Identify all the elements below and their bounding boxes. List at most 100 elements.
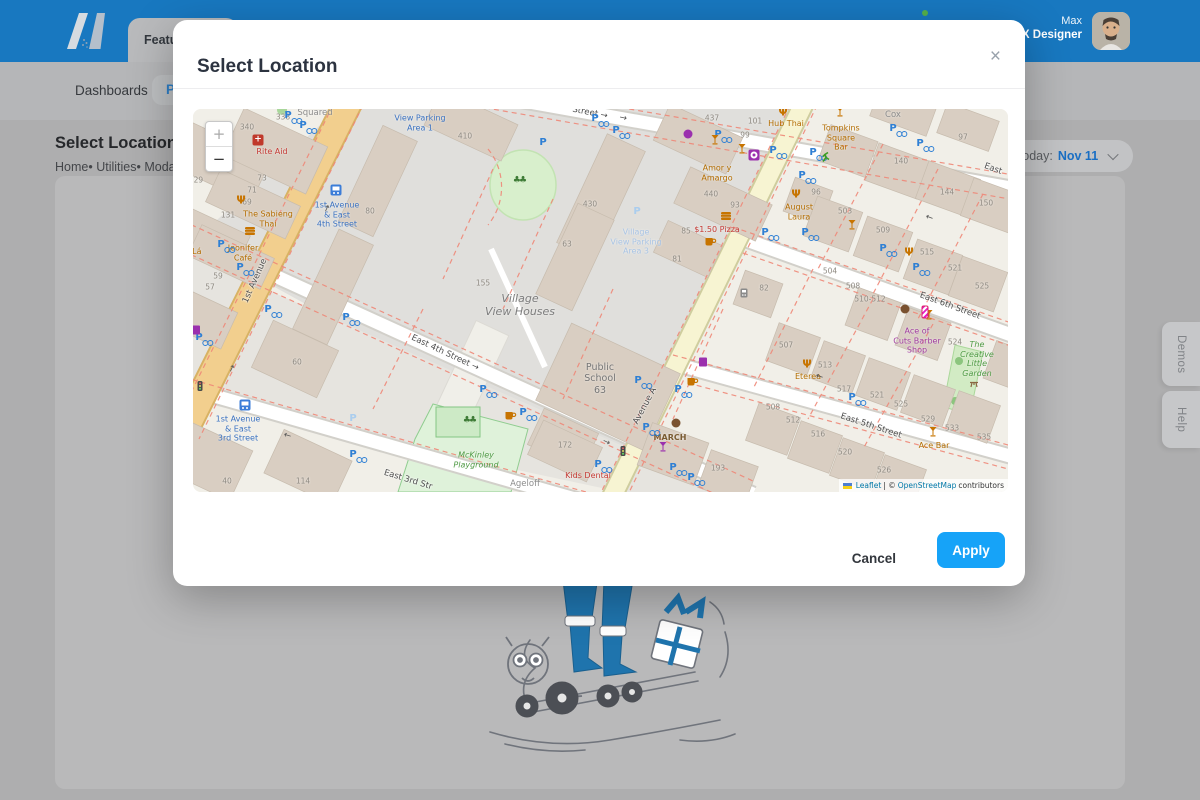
map-label: 507 [779,341,793,350]
map-label: 525 [975,282,989,291]
map-marker-shop-icon [699,358,707,367]
map-marker-picnic-icon [969,380,979,388]
map-marker-pbike-icon: P [284,111,291,121]
map-label: Ageloff [510,479,540,489]
map-marker-cup-icon [706,238,717,246]
map-label: Ace Bar [919,441,950,451]
ukraine-flag-icon [843,483,852,489]
map-zoom-control: + − [205,121,233,172]
map-label: 533 [945,424,959,433]
map-label: 512 [786,416,800,425]
map-marker-laundry-icon [749,150,760,161]
map-label: 40 [222,477,232,486]
cancel-button[interactable]: Cancel [838,541,910,576]
map-marker-trees-icon: ♣♣ [463,417,475,426]
map-marker-arrow-icon: → [227,364,238,375]
street-label: Avenue A [631,386,659,426]
map-label: McKinley Playground [453,450,498,469]
map-label: 150 [979,199,993,208]
avatar[interactable] [1092,12,1130,50]
side-tab-demos[interactable]: Demos [1162,322,1200,386]
zoom-out-button[interactable]: − [206,147,232,171]
side-tab-demos-label: Demos [1175,335,1187,373]
map-label: 129 [193,176,203,185]
map-marker-pbike-icon: P [801,228,808,238]
status-dot [922,10,928,16]
map-label: Village View Houses [485,292,555,318]
map-label: 82 [759,284,769,293]
map-label: 509 [876,226,890,235]
select-location-modal: Select Location × [173,20,1025,586]
map-marker-pbike-icon: P [217,240,224,250]
map-marker-busstop-icon [741,289,748,298]
close-icon[interactable]: × [990,46,1001,68]
nav-item-dashboards[interactable]: Dashboards [75,83,148,98]
map-label: The Creative Little Garden [960,340,994,378]
map-marker-fork-icon: Ψ [802,359,811,370]
map-label: 99 [740,131,750,140]
osm-link[interactable]: OpenStreetMap [898,481,957,490]
map-label: 515 [920,248,934,257]
breadcrumb[interactable]: Home• Utilities• Modals [55,160,185,174]
map-marker-pbike-icon: P [594,460,601,470]
map-label: 131 [221,211,235,220]
map-label: Amor y Amargo [701,163,732,182]
map-label: 60 [292,358,302,367]
map-region[interactable]: Street →EastEast 6th StreetEast 5th Stre… [193,109,1008,492]
map-marker-pharmacy-icon: + [253,135,264,146]
map-label: 114 [296,477,310,486]
map-marker-pbike-icon: P [349,450,356,460]
map-label: Ace of Cuts Barber Shop [893,327,940,356]
map-label: Village View Parking Area 3 [610,228,661,257]
avatar-image [1092,12,1130,50]
date-value: Nov 11 [1058,149,1098,163]
map-label: 144 [940,188,954,197]
map-label: 59 [213,272,223,281]
attribution-contributors: contributors [958,481,1004,490]
map-label: 430 [583,200,597,209]
map-label: 172 [558,441,572,450]
map-label: 96 [811,188,821,197]
map-marker-palette-icon [901,305,910,314]
map-label: Rite Aid [256,147,287,157]
map-label: 80 [365,207,375,216]
map-marker-pbike-icon: P [299,121,306,131]
map-marker-fork-icon: Ψ [791,189,800,200]
map-marker-pbike-icon: P [916,139,923,149]
leaflet-link[interactable]: Leaflet [856,481,882,490]
side-tab-help[interactable]: Help [1162,391,1200,448]
map-label: 521 [948,264,962,273]
map-marker-pbike-icon: P [591,114,598,124]
map-marker-fork-icon: Ψ [236,195,245,206]
map-marker-pbike-icon: P [761,228,768,238]
map-marker-cocktail-icon [711,135,720,145]
map-marker-palette-icon [672,419,681,428]
map-marker-pbike-icon: P [612,126,619,136]
street-label: 1st Avenue [241,257,269,304]
map-marker-pbike-icon: P [634,376,641,386]
map-marker-pbike-icon: P [879,244,886,254]
map-label: 85 [681,227,691,236]
user-name: Max [1014,14,1082,28]
skating-owl-illustration [470,572,760,757]
map-label: 57 [205,283,215,292]
map-marker-pbike-icon: P [848,393,855,403]
map-label: 63 [562,240,572,249]
map-marker-pbike-icon: P [798,171,805,181]
zoom-in-button[interactable]: + [206,122,232,147]
map-label: 440 [704,190,718,199]
map-marker-arrow-icon: → [618,114,627,124]
map-marker-barber-icon [922,306,929,319]
map-marker-pbike-icon: P [236,263,243,273]
attribution-separator: | © [883,481,895,490]
app-logo-icon[interactable] [64,13,108,49]
map-marker-cocktailp-icon [659,442,668,452]
map-label: 526 [877,466,891,475]
map-label: 93 [730,201,740,210]
modal-divider [173,88,1025,89]
map-label: 516 [811,430,825,439]
apply-button[interactable]: Apply [937,532,1005,568]
street-label: East 5th Street [839,411,903,440]
map-label: 340 [240,123,254,132]
map-label: 1st Avenue & East 4th Street [315,201,360,230]
